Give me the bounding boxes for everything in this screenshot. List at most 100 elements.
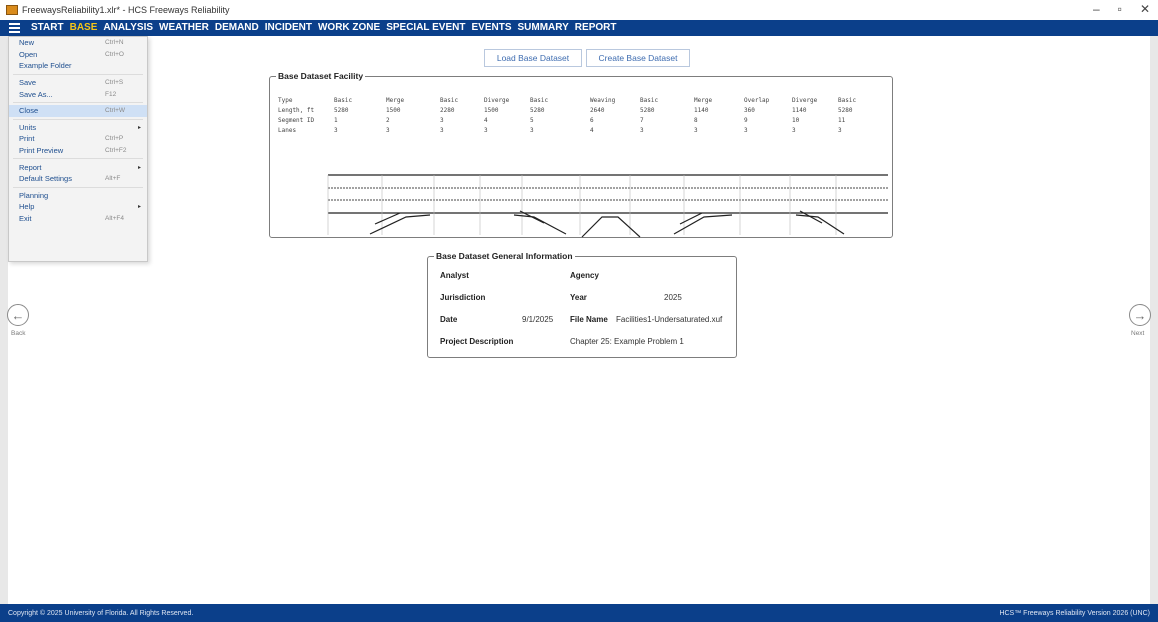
back-arrow-icon[interactable]: ← [7, 304, 29, 326]
tab-base[interactable]: BASE [67, 20, 101, 36]
back-label: Back [11, 330, 26, 337]
file-menu-item-save[interactable]: Save Ctrl+S [9, 77, 147, 89]
left-gutter [0, 36, 8, 604]
tab-summary[interactable]: SUMMARY [515, 20, 572, 36]
file-menu-item-print-preview[interactable]: Print Preview Ctrl+F2 [9, 145, 147, 157]
tab-weather[interactable]: WEATHER [156, 20, 212, 36]
window-title: FreewaysReliability1.xlr* - HCS Freeways… [22, 5, 230, 15]
menu-tabs: START BASE ANALYSIS WEATHER DEMAND INCIDENT WO… [28, 20, 619, 36]
file-menu-shortcut: Alt+F [105, 175, 121, 183]
file-menu-separator [13, 158, 143, 160]
file-menu-item-label: Report [19, 162, 42, 172]
close-window-button[interactable]: ✕ [1140, 2, 1150, 16]
on-ramp-seg2 [369, 214, 431, 235]
menu-bar: START BASE ANALYSIS WEATHER DEMAND INCIDENT WO… [0, 20, 1158, 36]
submenu-arrow-icon: ▸ [137, 204, 141, 211]
minimize-button[interactable]: – [1093, 2, 1100, 16]
file-menu-item-label: Units [19, 122, 37, 132]
file-menu-separator [13, 101, 143, 103]
file-menu-separator [13, 73, 143, 75]
right-gutter [1150, 36, 1158, 604]
on-ramp-seg8 [673, 214, 733, 235]
next-label: Next [1131, 330, 1145, 337]
project-description-field[interactable]: Chapter 25: Example Problem 1 [570, 337, 684, 346]
file-menu-item-label: Example Folder [19, 61, 72, 71]
analyst-label: Analyst [440, 271, 469, 280]
tab-work-zone[interactable]: WORK ZONE [315, 20, 383, 36]
file-menu-separator [13, 186, 143, 188]
content-area: Load Base Dataset Create Base Dataset Ba… [8, 36, 1150, 604]
file-menu-item-save-as[interactable]: Save As... F12 [9, 88, 147, 100]
tab-analysis[interactable]: ANALYSIS [100, 20, 156, 36]
tab-demand[interactable]: DEMAND [212, 20, 262, 36]
tab-events[interactable]: EVENTS [468, 20, 514, 36]
file-menu-item-units[interactable]: Units ▸ [9, 122, 147, 134]
status-bar: Copyright © 2025 University of Florida. … [0, 604, 1158, 622]
app-icon [6, 5, 18, 15]
file-dropdown-menu: New Ctrl+N Open Ctrl+O Example Folder Save Ctr… [8, 36, 148, 262]
file-menu-item-default-settings[interactable]: Default Settings Alt+F [9, 173, 147, 185]
project-description-label: Project Description [440, 337, 514, 346]
window-controls: – ▫ ✕ [1093, 2, 1150, 16]
file-menu-item-new[interactable]: New Ctrl+N [9, 37, 147, 49]
general-info-group: Base Dataset General Information Analyst… [427, 251, 737, 358]
file-menu-shortcut: Alt+F4 [105, 215, 124, 223]
file-menu-shortcut: Ctrl+W [105, 107, 126, 115]
filename-field: Facilities1-Undersaturated.xuf [616, 315, 723, 324]
year-label: Year [570, 293, 587, 302]
segment-separators [327, 175, 837, 235]
weave-ramp-seg6 [581, 216, 641, 238]
facility-group: Base Dataset Facility Type Basic Merge Basi… [269, 71, 893, 238]
copyright-text: Copyright © 2025 University of Florida. … [8, 609, 194, 617]
file-menu-shortcut: Ctrl+F2 [105, 147, 127, 155]
file-menu-item-exit[interactable]: Exit Alt+F4 [9, 213, 147, 225]
date-field[interactable]: 9/1/2025 [522, 315, 553, 324]
file-menu-item-example-folder[interactable]: Example Folder [9, 60, 147, 72]
general-info-title: Base Dataset General Information [434, 251, 575, 261]
file-menu-item-planning[interactable]: Planning [9, 190, 147, 202]
file-menu-item-label: Default Settings [19, 174, 72, 184]
file-menu-shortcut: Ctrl+N [105, 39, 124, 47]
next-arrow-icon[interactable]: → [1129, 304, 1151, 326]
date-label: Date [440, 315, 458, 324]
file-menu-item-report[interactable]: Report ▸ [9, 161, 147, 173]
file-menu-shortcut: Ctrl+S [105, 79, 124, 87]
file-menu-shortcut: Ctrl+P [105, 135, 124, 143]
file-menu-item-help[interactable]: Help ▸ [9, 201, 147, 213]
agency-label: Agency [570, 271, 599, 280]
tab-special-event[interactable]: SPECIAL EVENT [383, 20, 468, 36]
file-menu-item-label: Close [19, 106, 39, 116]
file-menu-item-label: Help [19, 202, 35, 212]
file-menu-item-print[interactable]: Print Ctrl+P [9, 133, 147, 145]
file-menu-item-open[interactable]: Open Ctrl+O [9, 49, 147, 61]
version-text: HCS™ Freeways Reliability Version 2026 (… [999, 609, 1150, 617]
file-menu-item-label: Save [19, 78, 37, 88]
maximize-button[interactable]: ▫ [1118, 2, 1122, 16]
year-field[interactable]: 2025 [664, 293, 682, 302]
file-menu-separator [13, 118, 143, 120]
load-base-dataset-button[interactable]: Load Base Dataset [484, 49, 582, 67]
file-menu-item-label: Save As... [19, 89, 53, 99]
file-menu-item-label: Print [19, 134, 35, 144]
ramps [369, 210, 845, 238]
submenu-arrow-icon: ▸ [137, 164, 141, 171]
file-menu-item-close[interactable]: Close Ctrl+W [9, 104, 147, 117]
file-menu-shortcut: Ctrl+O [105, 50, 124, 58]
tab-incident[interactable]: INCIDENT [262, 20, 315, 36]
tab-report[interactable]: REPORT [572, 20, 620, 36]
submenu-arrow-icon: ▸ [137, 124, 141, 131]
file-menu-item-label: Exit [19, 214, 32, 224]
file-menu-item-label: Open [19, 49, 38, 59]
file-menu-item-label: New [19, 38, 35, 48]
title-bar: FreewaysReliability1.xlr* - HCS Freeways… [0, 0, 1158, 20]
file-menu-item-label: Print Preview [19, 146, 64, 156]
off-ramp-seg10 [795, 214, 845, 235]
hamburger-menu-icon[interactable] [0, 20, 28, 36]
file-menu-shortcut: F12 [105, 90, 117, 98]
file-menu-item-label: Planning [19, 190, 49, 200]
tab-start[interactable]: START [28, 20, 67, 36]
facility-diagram [327, 174, 888, 238]
create-base-dataset-button[interactable]: Create Base Dataset [586, 49, 690, 67]
jurisdiction-label: Jurisdiction [440, 293, 486, 302]
filename-label: File Name [570, 315, 608, 324]
